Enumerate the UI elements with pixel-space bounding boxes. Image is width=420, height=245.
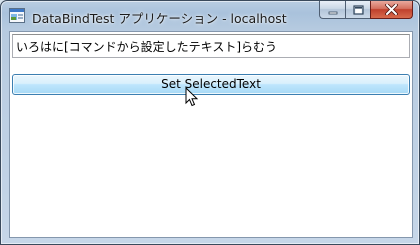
selected-text-field[interactable]: いろはに[コマンドから設定したテキスト]らむう	[12, 34, 410, 58]
caption-buttons	[319, 1, 413, 20]
client-area: いろはに[コマンドから設定したテキスト]らむう Set SelectedText	[9, 31, 413, 238]
close-button[interactable]	[370, 1, 413, 19]
minimize-button[interactable]	[319, 1, 345, 19]
set-selected-text-label: Set SelectedText	[161, 77, 261, 91]
title-bar[interactable]: DataBindTest アプリケーション - localhost	[1, 1, 419, 29]
set-selected-text-button[interactable]: Set SelectedText	[12, 74, 410, 95]
minimize-icon	[328, 0, 338, 19]
window-title: DataBindTest アプリケーション - localhost	[32, 11, 287, 26]
app-window: DataBindTest アプリケーション - localhost いろはに[コ…	[0, 0, 420, 245]
mouse-pointer-icon	[185, 86, 199, 108]
close-icon	[385, 0, 398, 19]
maximize-button[interactable]	[345, 1, 370, 19]
maximize-icon	[352, 0, 364, 19]
app-window-icon[interactable]	[9, 8, 25, 23]
